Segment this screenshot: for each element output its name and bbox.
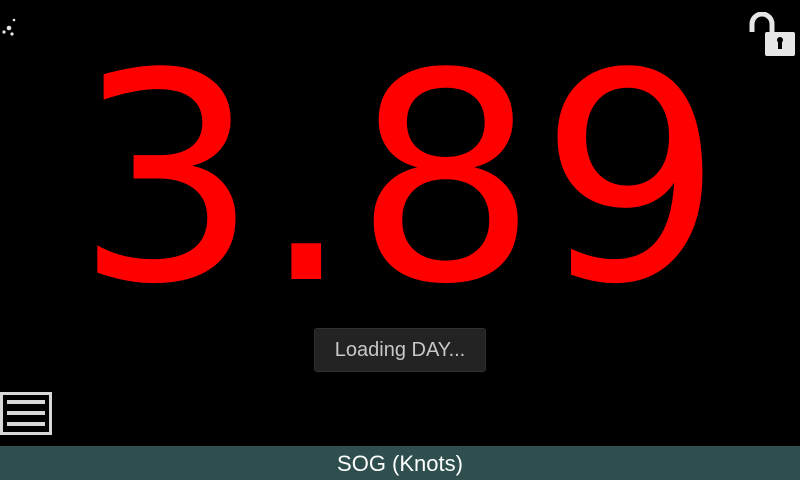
hamburger-menu-icon — [0, 392, 52, 435]
measurement-label-bar[interactable]: SOG (Knots) — [0, 446, 800, 480]
measurement-label: SOG (Knots) — [337, 451, 463, 476]
menu-button[interactable] — [0, 392, 54, 436]
speed-reading-value: 3.89 — [75, 12, 725, 347]
instrument-screen: 3.89 Loading DAY... SOG (Knots) — [0, 0, 800, 480]
loading-toast: Loading DAY... — [314, 328, 486, 372]
